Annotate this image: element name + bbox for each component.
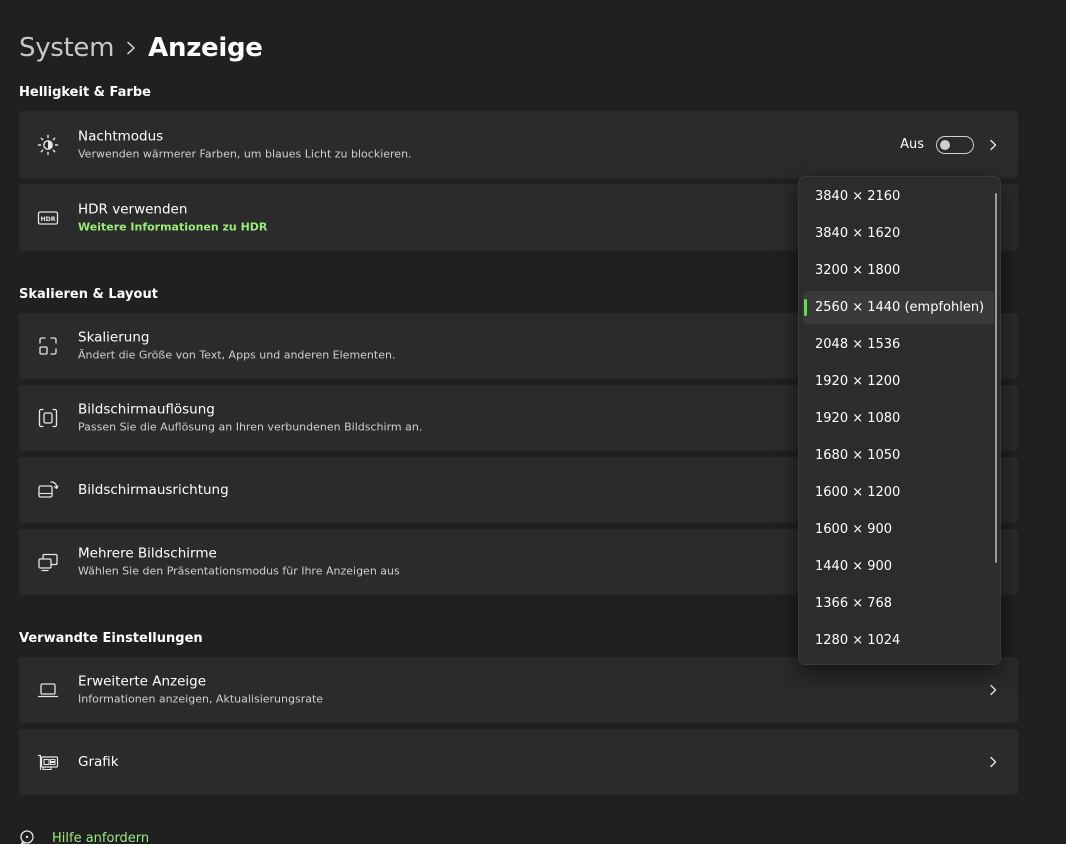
night-mode-subtitle: Verwenden wärmerer Farben, um blaues Lic… [78, 147, 412, 160]
resolution-option-label: 1600 × 900 [815, 522, 893, 537]
hdr-text: HDR verwenden Weitere Informationen zu H… [78, 200, 267, 235]
chevron-right-icon[interactable] [986, 683, 1000, 697]
chevron-right-icon[interactable] [986, 755, 1000, 769]
brightness-icon [37, 134, 59, 156]
multiple-displays-text: Mehrere Bildschirme Wählen Sie den Präse… [78, 545, 400, 580]
resolution-option-label: 1366 × 768 [815, 596, 893, 611]
resolution-option-label: 1680 × 1050 [815, 448, 901, 463]
page-title: Anzeige [148, 33, 263, 63]
help-chat-icon [20, 830, 34, 844]
orientation-text: Bildschirmausrichtung [78, 481, 229, 499]
resolution-dropdown[interactable]: 3840 × 2160 3840 × 1620 3200 × 1800 2560 × … [798, 176, 1001, 665]
multiple-displays-icon [37, 551, 59, 573]
night-mode-text: Nachtmodus Verwenden wärmerer Farben, um… [78, 127, 412, 162]
resolution-option-label: 3840 × 1620 [815, 226, 901, 241]
resolution-option[interactable]: 1920 × 1200 [803, 365, 994, 398]
resolution-option[interactable]: 1440 × 900 [803, 550, 994, 583]
get-help-link[interactable]: Hilfe anfordern [19, 829, 149, 844]
resolution-title: Bildschirmauflösung [78, 401, 215, 418]
resolution-option-label: 1920 × 1200 [815, 374, 901, 389]
breadcrumb: System Anzeige [19, 28, 263, 68]
multiple-displays-subtitle: Wählen Sie den Präsentationsmodus für Ih… [78, 564, 400, 578]
resolution-option[interactable]: 1920 × 1080 [803, 402, 994, 435]
night-mode-toggle[interactable] [936, 135, 974, 154]
chevron-right-icon[interactable] [986, 138, 1000, 152]
resolution-icon [37, 407, 59, 429]
night-mode-card[interactable]: Nachtmodus Verwenden wärmerer Farben, um… [19, 111, 1018, 179]
resolution-option[interactable]: 1280 × 1024 [803, 624, 994, 657]
hdr-icon: HDR [37, 207, 59, 229]
dropdown-scrollbar[interactable] [995, 193, 997, 563]
breadcrumb-system-link[interactable]: System [19, 33, 114, 63]
resolution-option-label: 2048 × 1536 [815, 337, 901, 352]
section-title-brightness: Helligkeit & Farbe [19, 85, 151, 100]
resolution-option-label: 1920 × 1080 [815, 411, 901, 426]
night-mode-title: Nachtmodus [78, 128, 164, 144]
settings-display-page: System Anzeige Helligkeit & Farbe Nachtm… [0, 0, 1066, 844]
laptop-icon [37, 679, 59, 701]
multiple-displays-title: Mehrere Bildschirme [78, 545, 217, 562]
rotate-screen-icon [37, 479, 59, 501]
resolution-option[interactable]: 3200 × 1800 [803, 254, 994, 287]
resolution-option[interactable]: 1600 × 1200 [803, 476, 994, 509]
resolution-text: Bildschirmauflösung Passen Sie die Auflö… [78, 401, 422, 436]
resolution-option[interactable]: 3840 × 1620 [803, 217, 994, 250]
advanced-display-text: Erweiterte Anzeige Informationen anzeige… [78, 673, 323, 708]
resolution-option[interactable]: 1680 × 1050 [803, 439, 994, 472]
advanced-display-title: Erweiterte Anzeige [78, 673, 207, 690]
resolution-option-label: 3200 × 1800 [815, 263, 901, 278]
scale-icon [37, 335, 59, 357]
resolution-option[interactable]: 3840 × 2160 [803, 180, 994, 213]
scaling-title: Skalierung [78, 329, 150, 346]
scaling-text: Skalierung Ändert die Größe von Text, Ap… [78, 329, 395, 364]
resolution-option[interactable]: 1366 × 768 [803, 587, 994, 620]
selected-indicator [804, 299, 807, 316]
resolution-option[interactable]: 1600 × 900 [803, 513, 994, 546]
scaling-subtitle: Ändert die Größe von Text, Apps und ande… [78, 348, 396, 362]
graphics-text: Grafik [78, 753, 119, 771]
graphics-title: Grafik [78, 754, 119, 770]
toggle-knob [940, 139, 950, 150]
graphics-card[interactable]: Grafik [19, 729, 1018, 796]
night-mode-toggle-label: Aus [900, 137, 924, 152]
hdr-title: HDR verwenden [78, 201, 188, 217]
advanced-display-card[interactable]: Erweiterte Anzeige Informationen anzeige… [19, 657, 1018, 724]
resolution-option-label: 1280 × 1024 [815, 633, 901, 648]
get-help-label: Hilfe anfordern [52, 830, 150, 844]
chevron-right-icon [118, 41, 144, 55]
orientation-title: Bildschirmausrichtung [78, 482, 229, 498]
resolution-option-label: 2560 × 1440 (empfohlen) [815, 300, 985, 315]
resolution-option-label: 1440 × 900 [815, 559, 893, 574]
graphics-card-icon [37, 751, 59, 773]
resolution-option-label: 1600 × 1200 [815, 485, 901, 500]
hdr-info-link[interactable]: Weitere Informationen zu HDR [78, 218, 267, 235]
section-title-related: Verwandte Einstellungen [19, 631, 203, 646]
resolution-option[interactable]: 2048 × 1536 [803, 328, 994, 361]
resolution-option[interactable]: 2560 × 1440 (empfohlen) [803, 291, 994, 324]
resolution-option-label: 3840 × 2160 [815, 189, 901, 204]
advanced-display-subtitle: Informationen anzeigen, Aktualisierungsr… [78, 692, 324, 706]
night-mode-toggle-group: Aus [900, 135, 974, 154]
resolution-subtitle: Passen Sie die Auflösung an Ihren verbun… [78, 420, 423, 434]
svg-text:HDR: HDR [40, 216, 55, 223]
section-title-scale-layout: Skalieren & Layout [19, 287, 158, 302]
resolution-options-list: 3840 × 2160 3840 × 1620 3200 × 1800 2560 × … [803, 180, 994, 661]
